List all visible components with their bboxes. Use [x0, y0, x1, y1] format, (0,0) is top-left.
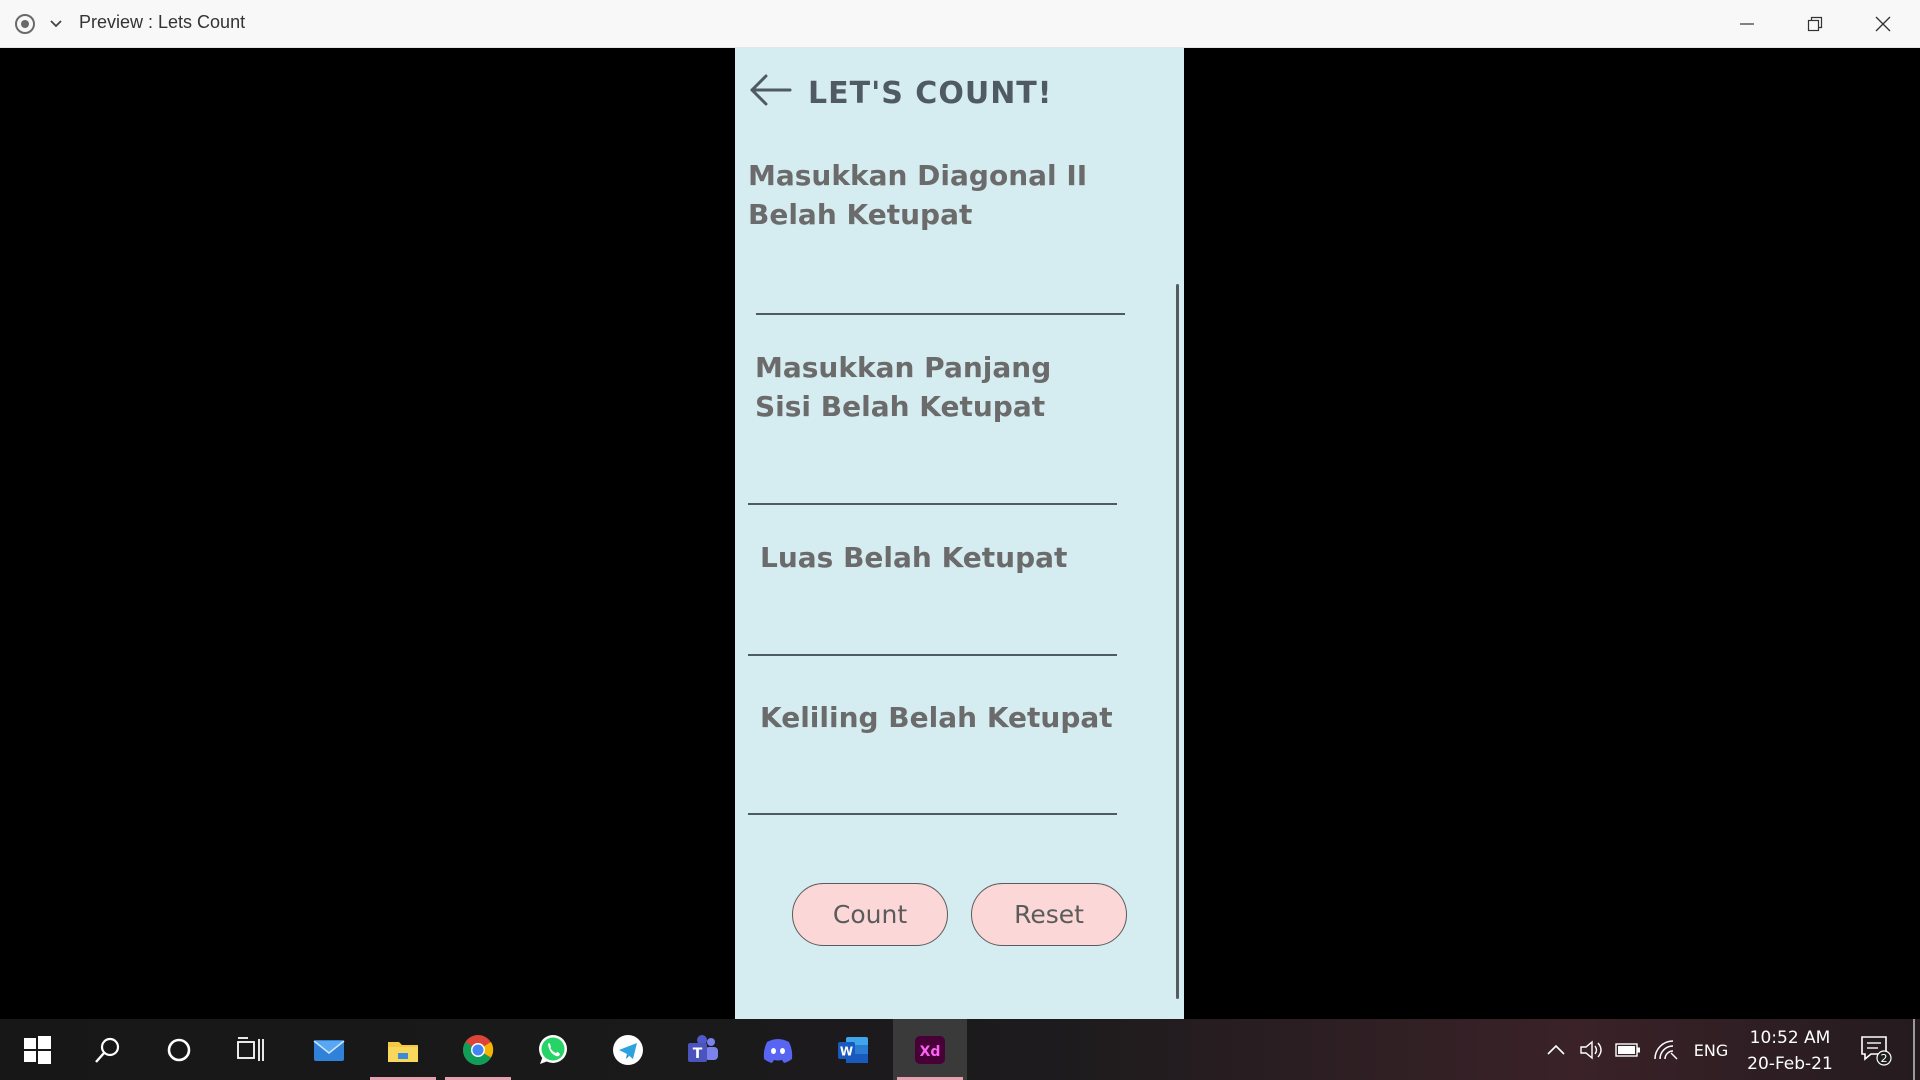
restore-icon — [1807, 16, 1823, 32]
teams-app[interactable]: T — [666, 1019, 740, 1080]
diagonal-input[interactable] — [756, 313, 1125, 315]
close-icon — [1875, 16, 1891, 32]
window-title: Preview : Lets Count — [79, 12, 246, 32]
chevron-up-icon — [1547, 1044, 1565, 1055]
minimize-button[interactable] — [1724, 8, 1770, 40]
word-app[interactable]: W — [816, 1019, 890, 1080]
search-icon — [95, 1037, 120, 1063]
word-letter: W — [840, 1044, 853, 1058]
taskbar: T W Xd ENG 10:52 AM 20-Feb-21 2 — [0, 1019, 1920, 1080]
area-output[interactable] — [748, 654, 1117, 656]
scrollbar[interactable] — [1176, 284, 1179, 999]
task-view-icon — [237, 1036, 264, 1061]
app-header: LET'S COUNT! — [735, 48, 1184, 148]
volume-button[interactable] — [1578, 1036, 1604, 1064]
discord-app[interactable] — [741, 1019, 815, 1080]
chrome-icon — [463, 1034, 494, 1065]
file-explorer-icon — [388, 1041, 418, 1062]
task-view-button[interactable] — [214, 1019, 288, 1080]
xd-letters: Xd — [920, 1044, 941, 1060]
minimize-icon — [1740, 23, 1754, 25]
teams-letter: T — [693, 1046, 703, 1062]
adobe-xd-app[interactable]: Xd — [893, 1019, 967, 1080]
windows-start-icon — [24, 1035, 51, 1064]
telegram-app[interactable] — [591, 1019, 665, 1080]
mail-app[interactable] — [292, 1019, 366, 1080]
area-label: Luas Belah Ketupat — [760, 541, 1068, 574]
perimeter-output[interactable] — [748, 813, 1117, 815]
network-button[interactable] — [1652, 1036, 1680, 1064]
telegram-icon — [613, 1034, 643, 1065]
clock[interactable]: 10:52 AM 20-Feb-21 — [1730, 1025, 1850, 1077]
whatsapp-app[interactable] — [516, 1019, 590, 1080]
clock-time: 10:52 AM — [1749, 1028, 1831, 1048]
speaker-icon — [1580, 1040, 1602, 1060]
chevron-down-icon[interactable] — [48, 16, 64, 32]
word-icon: W — [838, 1036, 868, 1063]
file-explorer-app[interactable] — [366, 1019, 440, 1080]
teams-icon: T — [688, 1034, 718, 1062]
whatsapp-icon — [539, 1034, 567, 1064]
reset-button[interactable]: Reset — [971, 883, 1127, 946]
cortana-button[interactable] — [142, 1019, 216, 1080]
side-length-input[interactable] — [748, 503, 1117, 505]
adobe-xd-icon: Xd — [915, 1035, 945, 1064]
battery-icon — [1615, 1043, 1640, 1057]
page-title: LET'S COUNT! — [808, 76, 1053, 111]
notification-count: 2 — [1881, 1052, 1888, 1065]
record-icon[interactable] — [15, 14, 35, 34]
side-length-label: Masukkan Panjang Sisi Belah Ketupat — [755, 351, 1052, 423]
restore-button[interactable] — [1792, 8, 1838, 40]
close-button[interactable] — [1860, 8, 1906, 40]
show-hidden-icons[interactable] — [1544, 1036, 1568, 1064]
show-desktop-button[interactable] — [1913, 1019, 1915, 1080]
wifi-icon — [1654, 1040, 1678, 1060]
discord-icon — [763, 1038, 793, 1063]
perimeter-label: Keliling Belah Ketupat — [760, 701, 1113, 734]
battery-button[interactable] — [1614, 1036, 1642, 1064]
search-button[interactable] — [71, 1019, 145, 1080]
window-titlebar: Preview : Lets Count — [0, 0, 1920, 48]
count-button[interactable]: Count — [792, 883, 948, 946]
mail-icon — [313, 1039, 345, 1061]
clock-date: 20-Feb-21 — [1747, 1054, 1833, 1074]
chrome-app[interactable] — [441, 1019, 515, 1080]
start-button[interactable] — [0, 1019, 74, 1080]
back-arrow-icon[interactable] — [748, 72, 792, 108]
language-indicator[interactable]: ENG — [1688, 1036, 1734, 1064]
action-center-button[interactable]: 2 — [1856, 1033, 1896, 1067]
cortana-icon — [167, 1038, 191, 1061]
diagonal-label: Masukkan Diagonal II Belah Ketupat — [748, 159, 1088, 231]
app-preview: Masukkan Diagonal II Belah Ketupat Masuk… — [735, 48, 1184, 1019]
notification-icon: 2 — [1861, 1036, 1892, 1066]
